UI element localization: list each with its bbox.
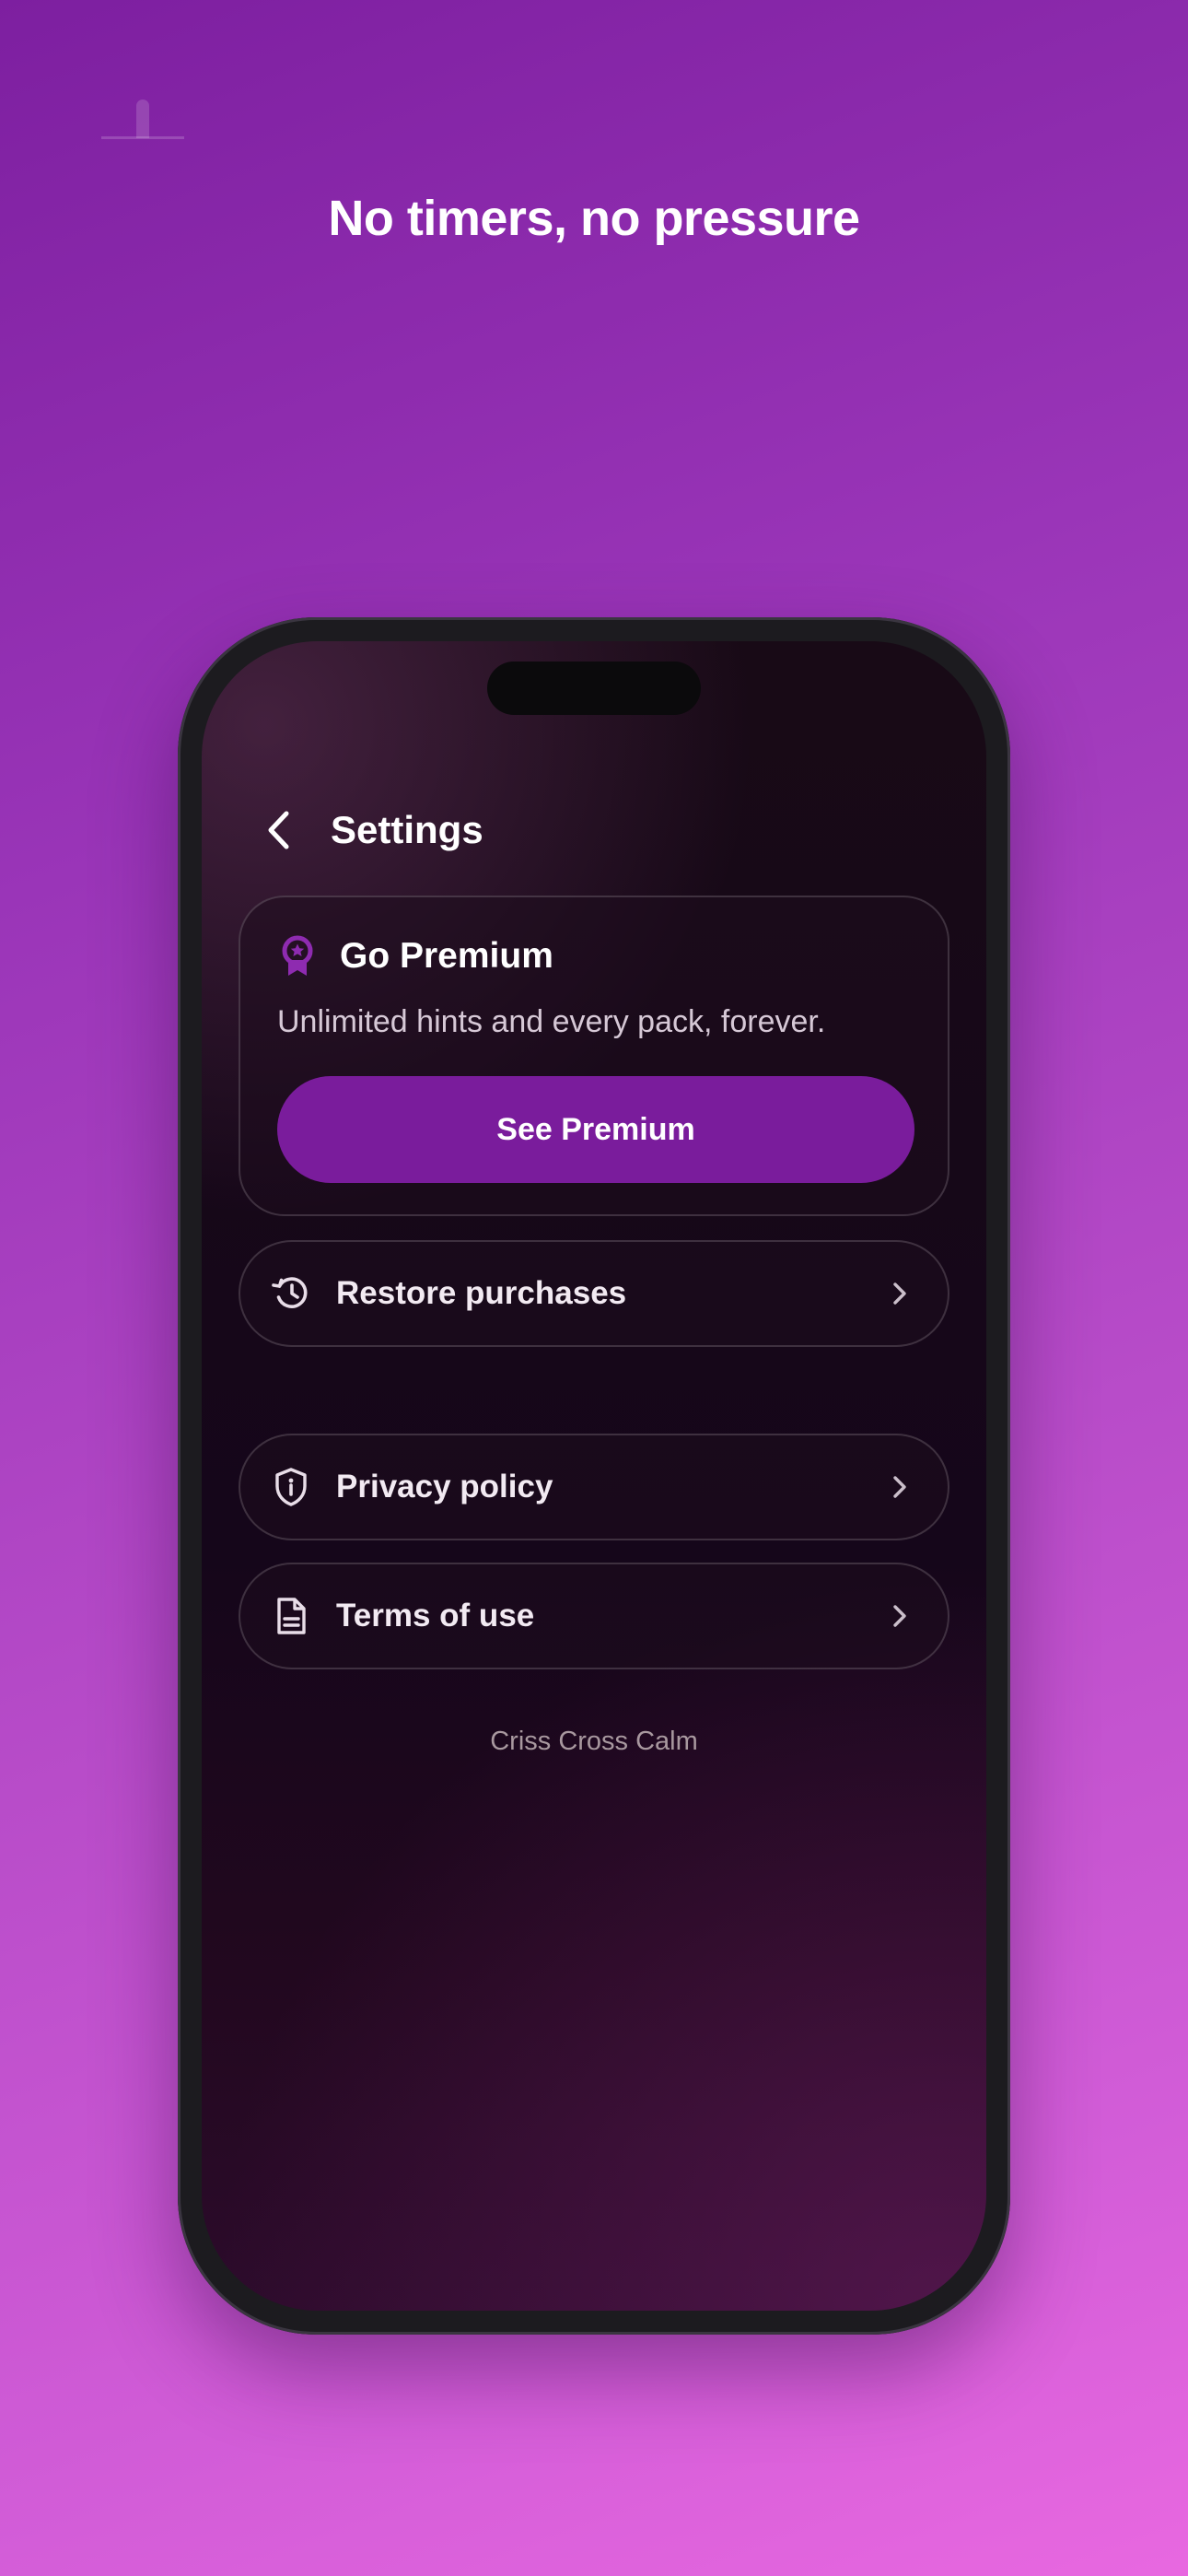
award-ribbon-icon [277,934,318,978]
shield-info-icon [270,1466,312,1508]
stand-post [136,100,149,138]
chevron-right-icon [889,1280,911,1307]
chevron-right-icon [889,1602,911,1630]
stand-base [101,136,184,139]
chevron-right-icon [889,1473,911,1501]
settings-header: Settings [266,802,483,858]
premium-title-row: Go Premium [277,934,553,978]
see-premium-button[interactable]: See Premium [277,1076,914,1183]
dynamic-island [487,662,701,715]
chevron-left-icon [268,811,289,849]
back-button[interactable] [266,802,299,858]
restore-clock-icon [270,1272,312,1315]
premium-subtitle: Unlimited hints and every pack, forever. [277,1004,826,1039]
app-name-footer: Criss Cross Calm [490,1727,698,1756]
promo-headline: No timers, no pressure [328,191,860,246]
terms-of-use-row[interactable]: Terms of use [239,1563,949,1669]
document-icon [270,1595,312,1637]
premium-title: Go Premium [340,936,553,976]
privacy-policy-label: Privacy policy [336,1469,553,1505]
privacy-policy-row[interactable]: Privacy policy [239,1434,949,1540]
terms-of-use-label: Terms of use [336,1598,535,1633]
decorative-stand-graphic [101,100,184,140]
restore-purchases-row[interactable]: Restore purchases [239,1240,949,1347]
premium-card: Go Premium Unlimited hints and every pac… [239,896,949,1216]
phone-frame: Settings Go Premium Unlimited hints and … [178,617,1010,2335]
phone-screen: Settings Go Premium Unlimited hints and … [202,641,986,2311]
page-title: Settings [331,808,483,851]
restore-purchases-label: Restore purchases [336,1275,627,1311]
